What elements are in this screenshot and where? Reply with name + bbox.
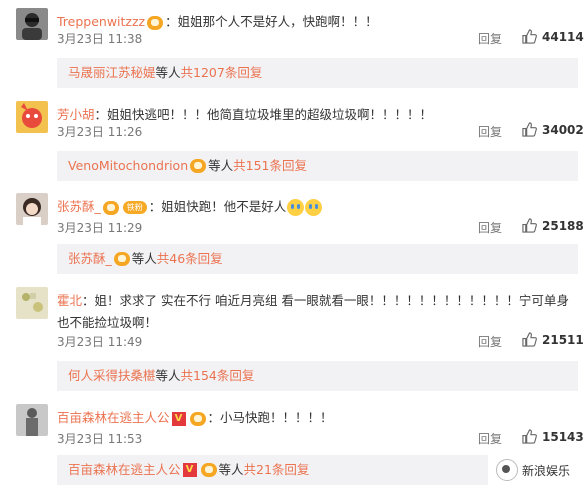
watermark: 新浪娱乐 [496, 459, 570, 481]
avatar[interactable] [16, 193, 48, 225]
sub-reply-count[interactable]: 共21条回复 [244, 455, 310, 485]
comment-body: ：姐姐快逃吧！！！他简直垃圾堆里的超级垃圾啊！！！！！ [94, 107, 433, 122]
sub-reply-user[interactable]: VenoMitochondrion [68, 151, 188, 181]
reply-button[interactable]: 回复 [478, 30, 502, 47]
comment-time: 3月23日 11:29 [57, 221, 143, 235]
thumbs-up-icon [522, 29, 537, 44]
thumbs-up-icon [522, 122, 537, 137]
watermark-text: 新浪娱乐 [522, 463, 571, 478]
sub-reply-etc: 等人 [155, 368, 181, 383]
sub-replies-bar[interactable]: 张苏酥_ 等人 共46条回复 [57, 244, 578, 274]
like-button[interactable]: 44114 [522, 29, 584, 44]
comment-time: 3月23日 11:53 [57, 432, 143, 446]
fan-badge-icon [189, 411, 206, 426]
fan-badge-icon [147, 15, 164, 30]
sub-reply-user[interactable]: 百亩森林在逃主人公 [68, 455, 181, 485]
reply-button[interactable]: 回复 [478, 333, 502, 350]
sub-replies-bar[interactable]: VenoMitochondrion 等人 共151条回复 [57, 151, 578, 181]
comment-body: ：姐！求求了 实在不行 咱近月亮组 看一眼就看一眼！！！！！！！！！！！！宁可单… [57, 293, 569, 330]
like-button[interactable]: 25188 [522, 218, 584, 233]
fan-badge-icon [190, 159, 207, 173]
sub-replies-bar[interactable]: 何人采得扶桑椹 等人 共154条回复 [57, 361, 578, 391]
comment-text: 霍北：姐！求求了 实在不行 咱近月亮组 看一眼就看一眼！！！！！！！！！！！！宁… [57, 290, 578, 334]
reply-button[interactable]: 回复 [478, 219, 502, 236]
like-button[interactable]: 15143 [522, 429, 584, 444]
like-count: 21511 [542, 332, 584, 347]
sub-reply-etc: 等人 [208, 158, 234, 173]
comment-time: 3月23日 11:38 [57, 32, 143, 46]
sub-reply-count[interactable]: 共151条回复 [233, 151, 307, 181]
fan-level-badge: 铁粉 [122, 201, 147, 214]
sub-replies-bar[interactable]: 马晟丽江苏秘媞 等人 共1207条回复 [57, 58, 578, 88]
comment-time: 3月23日 11:26 [57, 125, 143, 139]
avatar[interactable] [16, 8, 48, 40]
verified-v-icon: V [182, 463, 197, 477]
sub-reply-etc: 等人 [218, 462, 244, 477]
comment-text: 百亩森林在逃主人公 V ：小马快跑！！！！！ [57, 407, 578, 429]
comment-username[interactable]: 百亩森林在逃主人公 [57, 410, 170, 425]
thumbs-up-icon [522, 332, 537, 347]
crying-emoji-icon [287, 199, 305, 216]
avatar[interactable] [16, 404, 48, 436]
crying-emoji-icon [305, 199, 323, 216]
comment-text: 张苏酥_ 铁粉 ：姐姐快跑！他不是好人 [57, 196, 578, 218]
sub-replies-bar[interactable]: 百亩森林在逃主人公 V 等人 共21条回复 [57, 455, 488, 485]
sub-reply-etc: 等人 [131, 251, 157, 266]
like-count: 15143 [542, 429, 584, 444]
reply-button[interactable]: 回复 [478, 123, 502, 140]
sub-reply-count[interactable]: 共46条回复 [157, 244, 223, 274]
sub-reply-count[interactable]: 共154条回复 [181, 361, 255, 391]
comment-time: 3月23日 11:49 [57, 335, 143, 349]
sub-reply-user[interactable]: 马晟丽江苏秘媞 [68, 58, 156, 88]
thumbs-up-icon [522, 429, 537, 444]
comment-username[interactable]: 张苏酥_ [57, 199, 101, 214]
comment-body: ：小马快跑！！！！！ [207, 410, 333, 425]
reply-button[interactable]: 回复 [478, 430, 502, 447]
avatar[interactable] [16, 287, 48, 319]
sub-reply-user[interactable]: 张苏酥_ [68, 244, 112, 274]
like-count: 34002 [542, 122, 584, 137]
sina-logo-icon [496, 459, 518, 481]
comment-username[interactable]: 芳小胡 [57, 107, 95, 122]
fan-badge-icon [200, 463, 217, 477]
comment-username[interactable]: Treppenwitzzz [57, 14, 145, 29]
sub-reply-user[interactable]: 何人采得扶桑椹 [68, 361, 156, 391]
like-count: 44114 [542, 29, 584, 44]
comment-username[interactable]: 霍北 [57, 293, 82, 308]
sub-reply-count[interactable]: 共1207条回复 [181, 58, 263, 88]
comment-body: ：姐姐那个人不是好人，快跑啊！！！ [165, 14, 378, 29]
avatar[interactable] [16, 101, 48, 133]
fan-badge-icon [113, 252, 130, 266]
like-count: 25188 [542, 218, 584, 233]
verified-v-icon: V [171, 411, 186, 426]
sub-reply-etc: 等人 [155, 65, 181, 80]
fan-badge-icon [102, 200, 119, 215]
like-button[interactable]: 21511 [522, 332, 584, 347]
like-button[interactable]: 34002 [522, 122, 584, 137]
thumbs-up-icon [522, 218, 537, 233]
comment-body: ：姐姐快跑！他不是好人 [148, 199, 287, 214]
